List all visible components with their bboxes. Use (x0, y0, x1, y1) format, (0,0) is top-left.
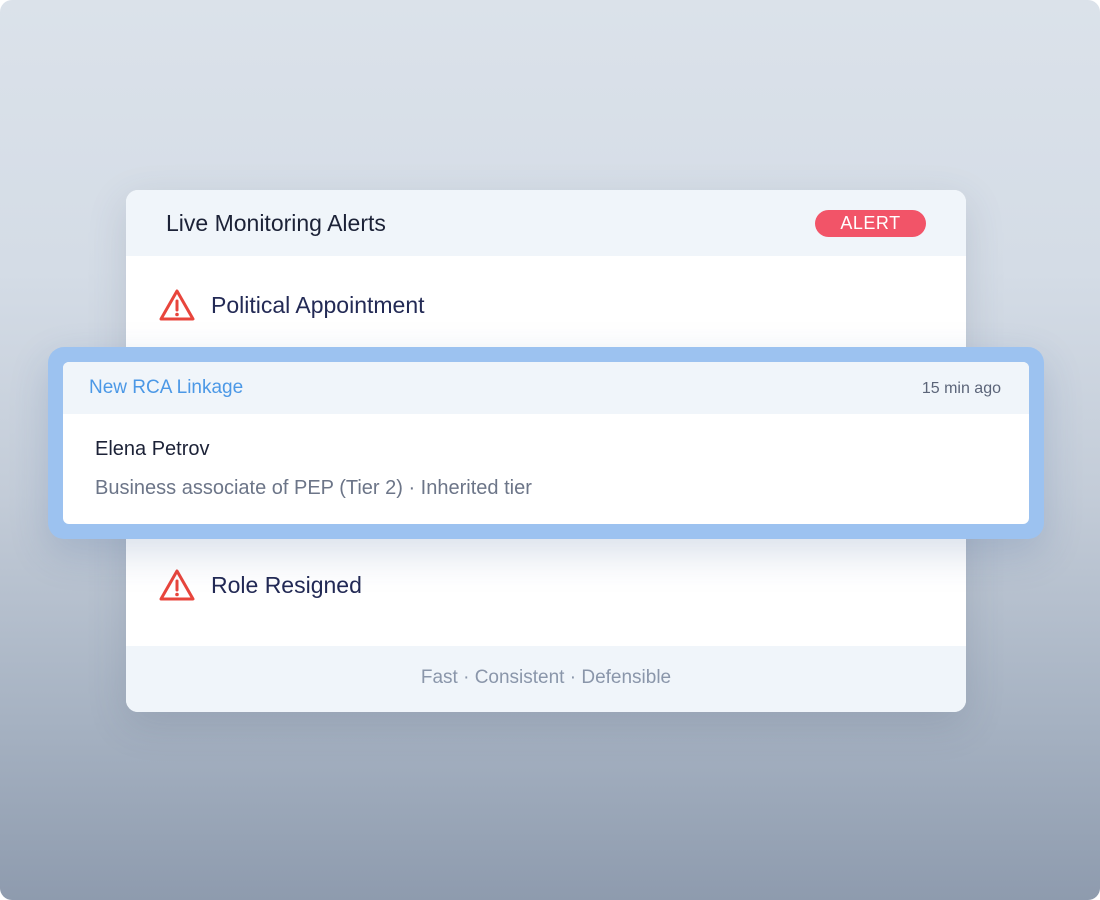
rca-linkage-alert-card[interactable]: New RCA Linkage 15 min ago Elena Petrov … (63, 362, 1029, 524)
alert-badge: ALERT (815, 210, 926, 237)
alert-item-label: Political Appointment (211, 292, 425, 318)
panel-title: Live Monitoring Alerts (166, 210, 386, 236)
warning-triangle-icon (159, 569, 195, 601)
rca-person-description: Business associate of PEP (Tier 2) · Inh… (95, 477, 532, 499)
alert-item-label: Role Resigned (211, 572, 362, 598)
rca-person-name: Elena Petrov (95, 438, 210, 460)
page-background: Live Monitoring Alerts ALERT Political A… (0, 0, 1100, 900)
panel-header: Live Monitoring Alerts ALERT (126, 190, 966, 256)
rca-alert-header: New RCA Linkage 15 min ago (63, 362, 1029, 414)
rca-alert-title: New RCA Linkage (89, 377, 244, 398)
rca-alert-timestamp: 15 min ago (921, 380, 1001, 397)
warning-triangle-icon (159, 289, 195, 321)
alert-item-political-appointment[interactable]: Political Appointment (158, 285, 425, 325)
alert-item-role-resigned[interactable]: Role Resigned (158, 565, 362, 605)
panel-footer-tagline: Fast · Consistent · Defensible (126, 646, 966, 712)
